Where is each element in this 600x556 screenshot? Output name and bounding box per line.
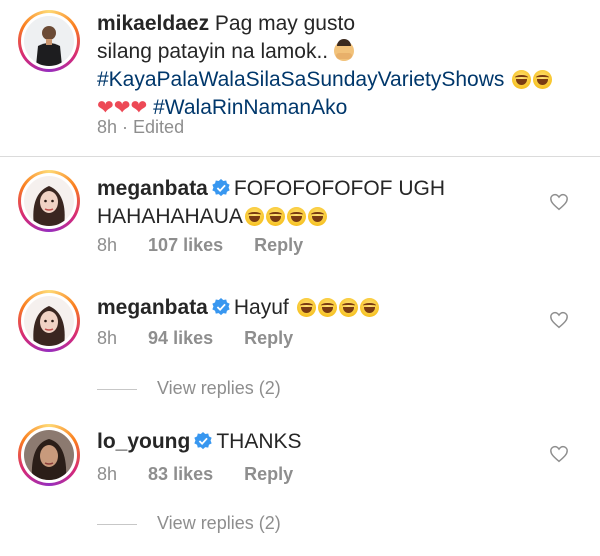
post-edited: · Edited	[122, 117, 185, 137]
hashtag-link[interactable]: #WalaRinNamanAko	[153, 96, 347, 119]
laughing-emoji-icon	[533, 70, 553, 89]
post-caption-line2: silang patayin na lamok..	[97, 40, 329, 63]
reply-button[interactable]: Reply	[254, 235, 303, 255]
view-replies-line	[97, 389, 137, 390]
view-replies-button[interactable]: View replies (2)	[157, 378, 281, 399]
comment-line2: HAHAHAHAUA	[97, 205, 243, 228]
avatar-image	[24, 16, 74, 66]
comment-text: meganbata FOFOFOFOFOF UGH HAHAHAHAUA	[97, 175, 537, 231]
avatar-mikaeldaez[interactable]	[18, 10, 80, 72]
avatar-image	[24, 176, 74, 226]
avatar-image	[24, 430, 74, 480]
post-caption: mikaeldaez Pag may gusto silang patayin …	[97, 10, 577, 122]
reply-button[interactable]: Reply	[244, 464, 293, 484]
post-username[interactable]: mikaeldaez	[97, 12, 209, 35]
divider	[0, 156, 600, 157]
reply-button[interactable]: Reply	[244, 328, 293, 348]
avatar-meganbata[interactable]	[18, 290, 80, 352]
comment-username[interactable]: meganbata	[97, 177, 208, 200]
view-replies-button[interactable]: View replies (2)	[157, 513, 281, 534]
laughing-emoji-icon	[338, 298, 358, 317]
comment-line1: Hayuf	[233, 296, 289, 319]
laughing-emoji-icon	[307, 207, 327, 226]
verified-badge-icon	[212, 179, 230, 197]
comment-time: 8h	[97, 328, 118, 348]
post-time: 8h	[97, 117, 118, 137]
comment-line1: THANKS	[216, 430, 302, 453]
comment-username[interactable]: meganbata	[97, 296, 208, 319]
laughing-emoji-icon	[286, 207, 306, 226]
laughing-emoji-icon	[359, 298, 379, 317]
laughing-emoji-icon	[512, 70, 532, 89]
heart-outline-icon[interactable]	[549, 445, 569, 463]
avatar-meganbata[interactable]	[18, 170, 80, 232]
post-caption-line1: Pag may gusto	[214, 12, 356, 35]
verified-badge-icon	[212, 298, 230, 316]
avatar-lo-young[interactable]	[18, 424, 80, 486]
view-replies-line	[97, 524, 137, 525]
avatar-image	[24, 296, 74, 346]
verified-badge-icon	[194, 432, 212, 450]
heart-outline-icon[interactable]	[549, 311, 569, 329]
laughing-emoji-icon	[265, 207, 285, 226]
post-meta: 8h · Edited	[97, 117, 184, 138]
comment-text: meganbata Hayuf	[97, 294, 537, 322]
comment-meta: 8h 94 likes Reply	[97, 328, 293, 349]
facepalm-emoji-icon	[333, 39, 354, 61]
comment-time: 8h	[97, 464, 118, 484]
comment-text: lo_young THANKS	[97, 428, 537, 456]
comment-likes[interactable]: 107 likes	[148, 235, 223, 255]
comment-username[interactable]: lo_young	[97, 430, 190, 453]
comment-likes[interactable]: 83 likes	[148, 464, 213, 484]
heart-outline-icon[interactable]	[549, 193, 569, 211]
red-heart-icon: ❤❤❤	[97, 97, 148, 119]
comment-meta: 8h 83 likes Reply	[97, 464, 293, 485]
comment-meta: 8h 107 likes Reply	[97, 235, 303, 256]
hashtag-link[interactable]: #KayaPalaWalaSilaSaSundayVarietyShows	[97, 68, 504, 91]
laughing-emoji-icon	[296, 298, 316, 317]
comment-line1: FOFOFOFOFOF UGH	[233, 177, 446, 200]
comment-time: 8h	[97, 235, 118, 255]
laughing-emoji-icon	[244, 207, 264, 226]
comment-likes[interactable]: 94 likes	[148, 328, 213, 348]
laughing-emoji-icon	[317, 298, 337, 317]
